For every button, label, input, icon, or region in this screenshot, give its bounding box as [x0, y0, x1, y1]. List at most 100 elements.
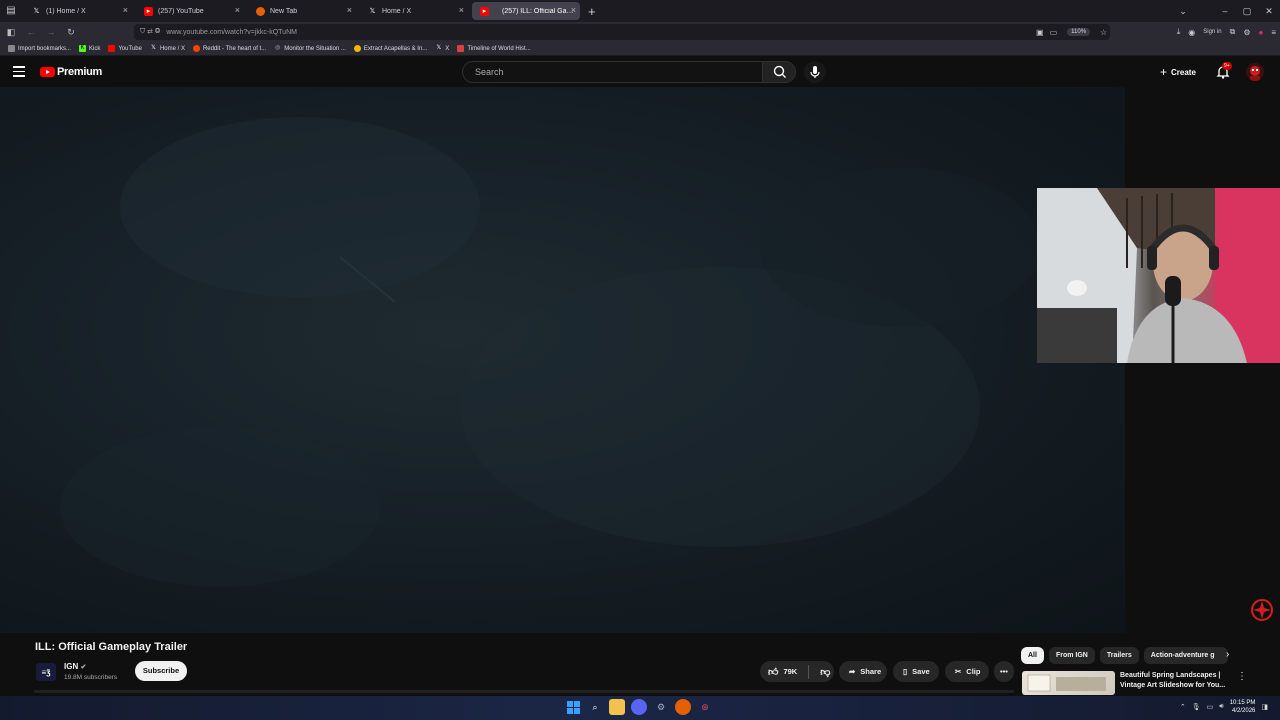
voice-search-button[interactable] [804, 61, 826, 83]
extension-badge-icon[interactable]: ● [1258, 28, 1263, 37]
chip-from-ign[interactable]: From IGN [1048, 647, 1095, 664]
subscribe-button[interactable]: Subscribe [135, 661, 187, 681]
browser-tab-active[interactable]: ▸ (257) ILL: Official Gameplay × [472, 2, 580, 20]
tab-close-icon[interactable]: × [123, 5, 128, 15]
maximize-icon[interactable]: ▢ [1236, 6, 1258, 17]
bookmark-label: Reddit - The heart of t... [202, 45, 267, 52]
menu-icon[interactable]: ≡ [1271, 28, 1276, 37]
recommended-video-title[interactable]: Beautiful Spring Landscapes | Vintage Ar… [1120, 671, 1232, 691]
network-icon[interactable]: ▭ [1207, 703, 1214, 711]
acapella-icon [353, 45, 361, 52]
chip-action-adventure[interactable]: Action-adventure g [1143, 647, 1228, 664]
windows-start-icon[interactable] [565, 699, 581, 715]
zoom-level[interactable]: 110% [1067, 28, 1091, 36]
address-bar[interactable]: ⛉ ⇄ ◎ www.youtube.com/watch?v=jkkc-kQTuN… [134, 24, 1110, 40]
bookmark-item[interactable]: K Kick [79, 45, 100, 52]
sign-in-link[interactable]: Sign in [1203, 29, 1221, 35]
clip-button[interactable]: ✂ Clip [945, 661, 989, 682]
reader-mode-icon[interactable]: ▣ [1036, 28, 1044, 37]
sidebar-toggle-icon[interactable]: ◧ [2, 27, 20, 38]
bookmark-item[interactable]: Extract Acapellas & In... [353, 45, 428, 52]
forward-icon[interactable]: → [42, 27, 60, 37]
video-player[interactable] [0, 87, 1125, 633]
clip-label: Clip [966, 667, 981, 676]
notification-badge: 9+ [1222, 62, 1232, 70]
back-icon[interactable]: ← [22, 27, 40, 37]
new-tab-icon[interactable]: + [588, 4, 596, 19]
firefox-icon[interactable] [675, 699, 691, 715]
chip-trailers[interactable]: Trailers [1099, 647, 1139, 664]
thumbs-up-icon[interactable]: 👍︎ [768, 666, 778, 678]
channel-name[interactable]: IGN ✔ [64, 662, 86, 671]
recommended-video-thumbnail[interactable] [1022, 671, 1115, 695]
share-label: Share [860, 667, 882, 676]
browser-tab[interactable]: New Tab × [248, 2, 356, 20]
x-logo-icon: 𝕏 [33, 8, 40, 15]
file-explorer-icon[interactable] [609, 699, 625, 715]
bookmark-item[interactable]: Timeline of World Hist... [457, 45, 531, 52]
app-icon[interactable]: ⊛ [697, 699, 713, 715]
account-icon[interactable]: ◉ [1188, 28, 1195, 37]
tab-list-icon[interactable]: ⌄ [1172, 6, 1194, 17]
youtube-logo-icon[interactable] [40, 67, 55, 77]
navigation-bar: ◧ ← → ↻ ⛉ ⇄ ◎ www.youtube.com/watch?v=jk… [0, 22, 1280, 42]
more-horizontal-icon: ••• [1000, 667, 1008, 676]
notification-center-icon[interactable]: ◨ [1261, 703, 1268, 711]
pip-icon[interactable]: ▭ [1050, 28, 1058, 37]
extensions-icon[interactable]: ⧉ [1230, 27, 1236, 37]
tab-close-icon[interactable]: × [571, 5, 576, 15]
site-info-icon[interactable]: ⛉ ⇄ ◎ [140, 28, 160, 36]
bookmark-label: Monitor the Situation ... [284, 45, 346, 52]
browser-tab[interactable]: ▸ (257) YouTube × [136, 2, 244, 20]
like-count[interactable]: 79K [783, 667, 797, 676]
tab-close-icon[interactable]: × [459, 5, 464, 15]
webcam-overlay [1037, 188, 1280, 363]
close-window-icon[interactable]: ✕ [1258, 6, 1280, 17]
more-actions-button[interactable]: ••• [994, 661, 1014, 682]
thumbs-down-icon[interactable]: 👎︎ [820, 666, 830, 678]
save-button[interactable]: ▯ Save [893, 661, 939, 682]
more-vertical-icon[interactable]: ⋮ [1237, 671, 1247, 682]
user-avatar[interactable] [1246, 63, 1264, 81]
tab-title: (257) YouTube [158, 7, 204, 15]
reddit-icon [192, 45, 200, 52]
bookmark-label: Extract Acapellas & In... [363, 45, 428, 52]
tab-close-icon[interactable]: × [235, 5, 240, 15]
browser-tab[interactable]: 𝕏 (1) Home / X × [24, 2, 132, 20]
bookmark-item[interactable]: 𝕏 Home / X [150, 45, 185, 52]
bookmark-item[interactable]: Reddit - The heart of t... [192, 45, 267, 52]
search-input[interactable]: Search [462, 61, 762, 83]
discord-icon[interactable] [631, 699, 647, 715]
reload-icon[interactable]: ↻ [62, 27, 80, 38]
horizontal-scrollbar[interactable] [34, 690, 1014, 693]
bookmark-item[interactable]: 𝕏X [435, 45, 449, 52]
search-icon[interactable]: ⌕ [587, 699, 603, 715]
browser-tab[interactable]: 𝕏 Home / X × [360, 2, 468, 20]
youtube-brand[interactable]: Premium [57, 66, 102, 78]
hamburger-menu-icon[interactable] [13, 66, 25, 80]
bookmark-item[interactable]: ◎ Monitor the Situation ... [274, 45, 346, 52]
bookmark-star-icon[interactable]: ☆ [1100, 28, 1107, 37]
taskbar-apps: ⌕ ⚙ ⊛ [565, 699, 713, 715]
tab-close-icon[interactable]: × [347, 5, 352, 15]
import-icon [8, 45, 15, 52]
toolbar-right: ⤓ ◉ Sign in ⧉ ⚙ ● ≡ [1177, 22, 1276, 42]
tray-overflow-icon[interactable]: ⌃ [1180, 703, 1186, 711]
downloads-icon[interactable]: ⤓ [1177, 27, 1181, 37]
minimize-icon[interactable]: – [1214, 6, 1236, 16]
microphone-tray-icon[interactable]: 🎙︎ [1192, 703, 1201, 711]
channel-avatar[interactable]: ≡ǯ [36, 663, 56, 681]
share-button[interactable]: ➦ Share [839, 661, 887, 682]
create-label: Create [1171, 67, 1196, 77]
extension-icon[interactable]: ⚙ [1243, 28, 1250, 37]
settings-gear-icon[interactable]: ⚙ [653, 699, 669, 715]
volume-icon[interactable]: 🔊︎ [1219, 703, 1223, 711]
search-button[interactable] [762, 61, 796, 83]
bookmark-item[interactable]: YouTube [108, 45, 142, 52]
chip-all[interactable]: All [1021, 647, 1044, 664]
bookmark-item[interactable]: Import bookmarks... [8, 45, 71, 52]
tab-overview-icon[interactable]: ▤ [2, 2, 20, 20]
create-button[interactable]: + Create [1152, 62, 1204, 82]
chevron-right-icon[interactable]: › [1226, 649, 1229, 660]
taskbar-clock[interactable]: 10:15 PM 4/2/2026 [1230, 699, 1256, 715]
